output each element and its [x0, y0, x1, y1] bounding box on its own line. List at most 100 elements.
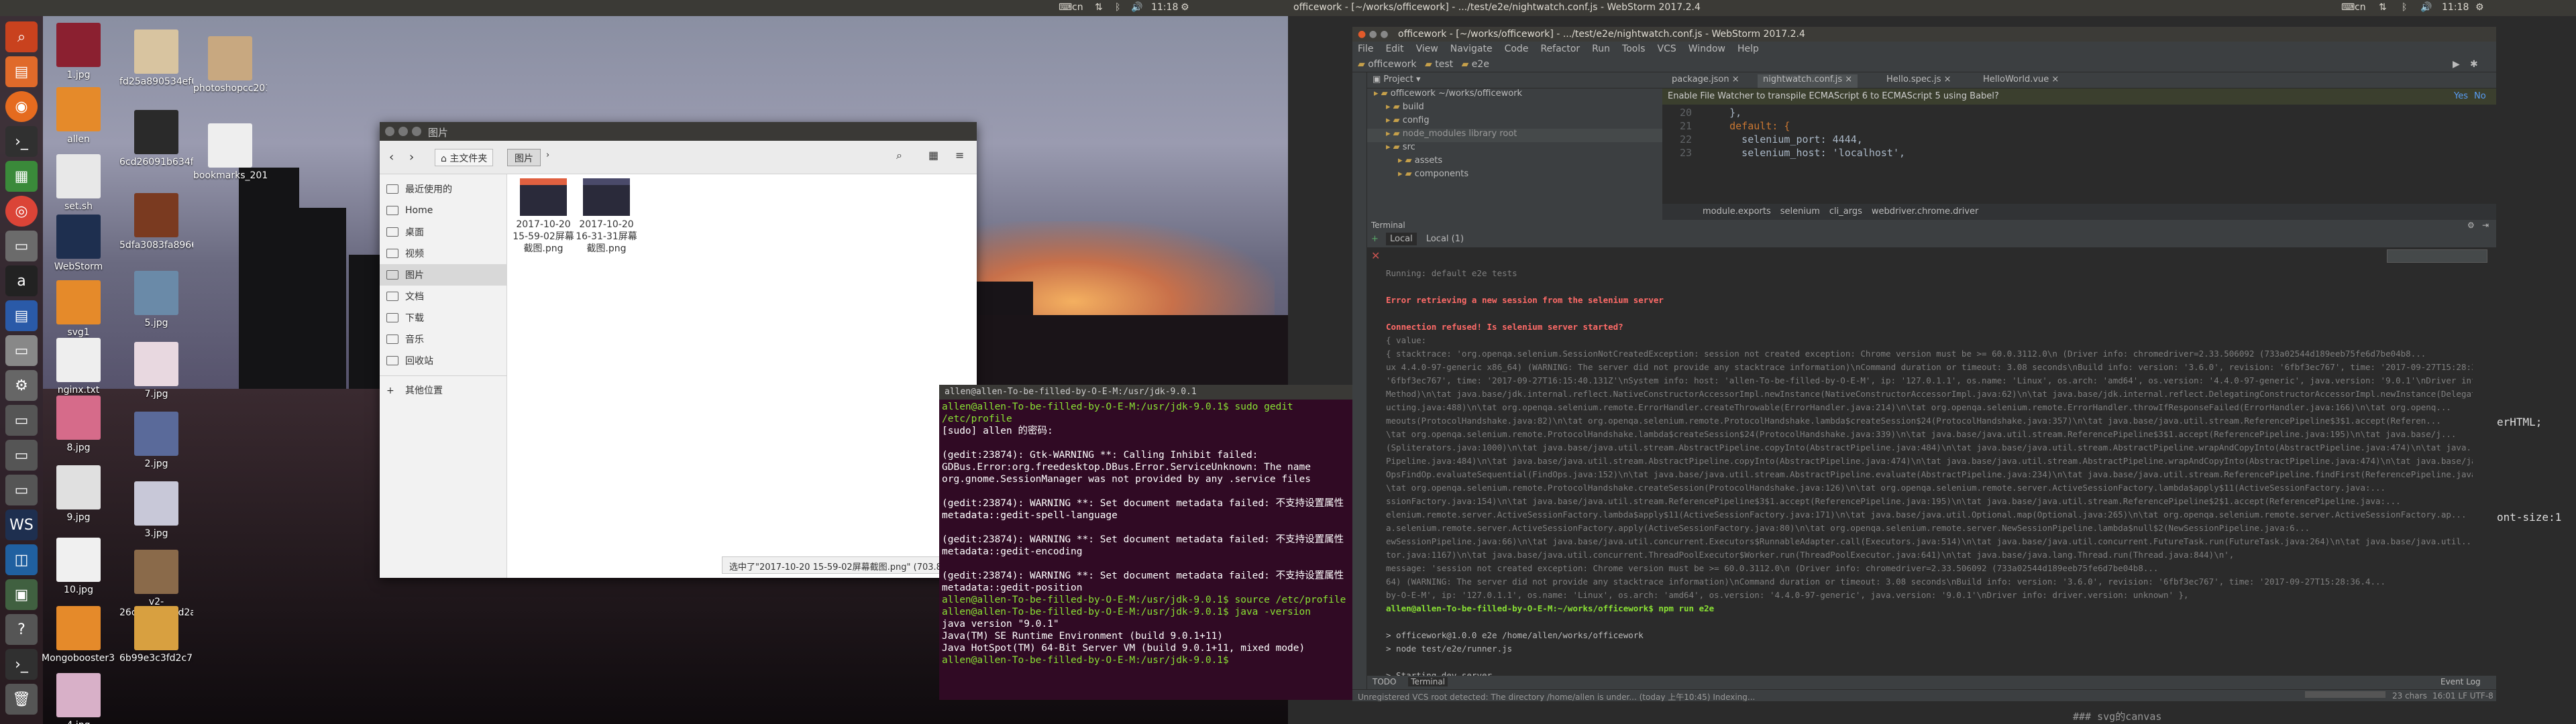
close-icon[interactable]: ● — [1358, 29, 1366, 40]
run-icon[interactable]: ▶ — [2453, 59, 2460, 70]
close-icon[interactable]: × — [1842, 74, 1852, 84]
status-message[interactable]: Unregistered VCS root detected: The dire… — [1358, 692, 1755, 701]
menu-item[interactable]: File — [1358, 44, 1373, 54]
close-icon[interactable]: × — [1941, 74, 1951, 84]
disk3-icon[interactable]: ▭ — [5, 440, 38, 471]
sidebar-item-music[interactable]: 音乐 — [380, 328, 507, 350]
desktop-icon[interactable]: 8.jpg — [42, 396, 115, 453]
tree-node[interactable]: ▸ ▰ config — [1367, 115, 1662, 129]
editor-tab[interactable]: HelloWorld.vue × — [1978, 74, 2064, 88]
terminal-icon[interactable]: ›_ — [5, 126, 38, 157]
sidebar-item-recent[interactable]: 最近使用的 — [380, 178, 507, 200]
tree-node[interactable]: ▸ ▰ components — [1367, 169, 1662, 182]
menu-item[interactable]: Edit — [1385, 44, 1403, 54]
sidebar-item-documents[interactable]: 文档 — [380, 286, 507, 307]
amazon-icon[interactable]: a — [5, 265, 38, 296]
menu-item[interactable]: Window — [1688, 44, 1725, 54]
chrome-icon[interactable]: ◎ — [5, 196, 38, 227]
back-icon[interactable]: ‹ — [389, 150, 394, 164]
menu-item[interactable]: Refactor — [1540, 44, 1580, 54]
maximize-icon[interactable] — [412, 127, 421, 136]
hide-icon[interactable]: ⇥ — [2482, 221, 2489, 230]
notice-no-link[interactable]: No — [2474, 91, 2486, 101]
bluetooth-icon-2[interactable]: ᛒ — [2402, 2, 2407, 13]
desktop-icon[interactable]: 6b99e3c3fd2c73d80c03ba2eb7f... — [119, 606, 193, 664]
close-session-icon[interactable]: ✕ — [1371, 249, 1380, 262]
search-icon[interactable]: ⌕ — [896, 149, 902, 162]
menu-icon[interactable]: ≡ — [955, 149, 964, 162]
terminal-search-input[interactable] — [2387, 249, 2487, 263]
close-icon[interactable]: × — [2049, 74, 2059, 84]
desktop-icon[interactable]: fd25a890534ef0e24c442dade... — [119, 29, 193, 87]
grid-view-icon[interactable]: ▦ — [928, 149, 938, 162]
files-icon[interactable]: ▤ — [5, 56, 38, 87]
disk2-icon[interactable]: ▭ — [5, 405, 38, 436]
sidebar-item-downloads[interactable]: 下载 — [380, 307, 507, 328]
sidebar-item-trash[interactable]: 回收站 — [380, 350, 507, 371]
desktop-icon[interactable]: 2.jpg — [119, 412, 193, 469]
minimize-icon[interactable] — [398, 127, 408, 136]
sidebar-item-home[interactable]: Home — [380, 200, 507, 221]
file-item[interactable]: 2017-10-20 15-59-02屏幕截图.png — [511, 178, 576, 255]
project-header[interactable]: ▣ Project ▾ — [1367, 72, 1662, 88]
code-line[interactable]: 23 selenium_host: 'localhost', — [1662, 146, 2496, 160]
trash-icon[interactable]: 🗑 — [5, 684, 38, 715]
wifi-icon[interactable]: ⇅ — [1095, 2, 1103, 13]
sidebar-item-desktop[interactable]: 桌面 — [380, 221, 507, 243]
editor-tab[interactable]: nightwatch.conf.js × — [1758, 74, 1858, 88]
desktop-icon[interactable]: set.sh — [42, 154, 115, 212]
breadcrumb-item[interactable]: officework — [1368, 59, 1416, 70]
sound-icon-2[interactable]: 🔊 — [2420, 2, 2432, 13]
disk-icon[interactable]: ▭ — [5, 335, 38, 366]
desktop-icon[interactable]: 5dfa3083fa8966099048a2a4ca0a2... — [119, 193, 193, 251]
debug-icon[interactable]: ✱ — [2470, 59, 2478, 70]
code-breadcrumb-item[interactable]: webdriver.chrome.driver — [1872, 206, 1979, 217]
desktop-icon[interactable]: bookmarks_2017_10_20.html — [193, 123, 267, 181]
disk4-icon[interactable]: ▭ — [5, 475, 38, 505]
menu-item[interactable]: VCS — [1658, 44, 1676, 54]
settings-icon-2[interactable]: ⚙ — [2475, 2, 2484, 13]
close-icon[interactable] — [385, 127, 394, 136]
breadcrumb-item[interactable]: test — [1435, 59, 1453, 70]
desktop-icon[interactable]: allen — [42, 87, 115, 145]
menu-item[interactable]: Help — [1737, 44, 1759, 54]
clock[interactable]: 11:18 — [1151, 2, 1178, 13]
bluetooth-icon[interactable]: ᛒ — [1115, 2, 1120, 13]
firefox-icon[interactable]: ◉ — [5, 91, 38, 122]
menu-item[interactable]: Code — [1505, 44, 1529, 54]
add-icon[interactable]: + — [1371, 234, 1379, 244]
code-breadcrumb-item[interactable]: selenium — [1780, 206, 1820, 217]
desktop-icon[interactable]: photoshopcc2015pjbd_downco... — [193, 36, 267, 94]
todo-tab[interactable]: TODO — [1373, 677, 1396, 686]
menu-item[interactable]: Navigate — [1450, 44, 1493, 54]
code-line[interactable]: 21 default: { — [1662, 119, 2496, 133]
help-icon[interactable]: ? — [5, 614, 38, 645]
desktop-icon[interactable]: 6cd26091b634f94a6ea4da8881... — [119, 110, 193, 168]
desktop-icon[interactable]: 9.jpg — [42, 465, 115, 523]
desktop-icon[interactable]: 10.jpg — [42, 538, 115, 595]
terminal-output[interactable]: Running: default e2e tests Error retrievi… — [1386, 267, 2473, 676]
document-icon[interactable]: ▭ — [5, 231, 38, 261]
desktop-icon[interactable]: Mongobooster331 — [42, 606, 115, 664]
editor-tab[interactable]: package.json × — [1666, 74, 1745, 88]
breadcrumb-next-icon[interactable]: › — [546, 150, 549, 160]
minimize-icon[interactable]: ● — [1369, 29, 1377, 40]
desktop-icon[interactable]: WebStorm — [42, 215, 115, 272]
tree-node[interactable]: ▸ ▰ src — [1367, 142, 1662, 156]
terminal2-icon[interactable]: ›_ — [5, 649, 38, 680]
tree-node[interactable]: ▸ ▰ node_modules library root — [1367, 129, 1662, 142]
breadcrumb-item[interactable]: e2e — [1472, 59, 1489, 70]
forward-icon[interactable]: › — [409, 150, 414, 164]
input-method-2[interactable]: cn — [2355, 2, 2366, 13]
search-icon[interactable]: ⌕ — [5, 21, 38, 52]
terminal-tab[interactable]: Local (1) — [1422, 233, 1468, 245]
virtualbox-icon[interactable]: ◫ — [5, 544, 38, 575]
cursor-position[interactable]: 16:01 LF UTF-8 — [2432, 691, 2493, 701]
code-line[interactable]: 20 }, — [1662, 106, 2496, 119]
maximize-icon[interactable]: ● — [1380, 29, 1388, 40]
terminal-content[interactable]: allen@allen-To-be-filled-by-O-E-M:/usr/j… — [939, 400, 1355, 668]
notice-yes-link[interactable]: Yes — [2454, 91, 2468, 101]
app-icon[interactable]: ▣ — [5, 579, 38, 610]
desktop-icon[interactable]: 4.jpg — [42, 673, 115, 724]
menu-item[interactable]: Run — [1592, 44, 1610, 54]
